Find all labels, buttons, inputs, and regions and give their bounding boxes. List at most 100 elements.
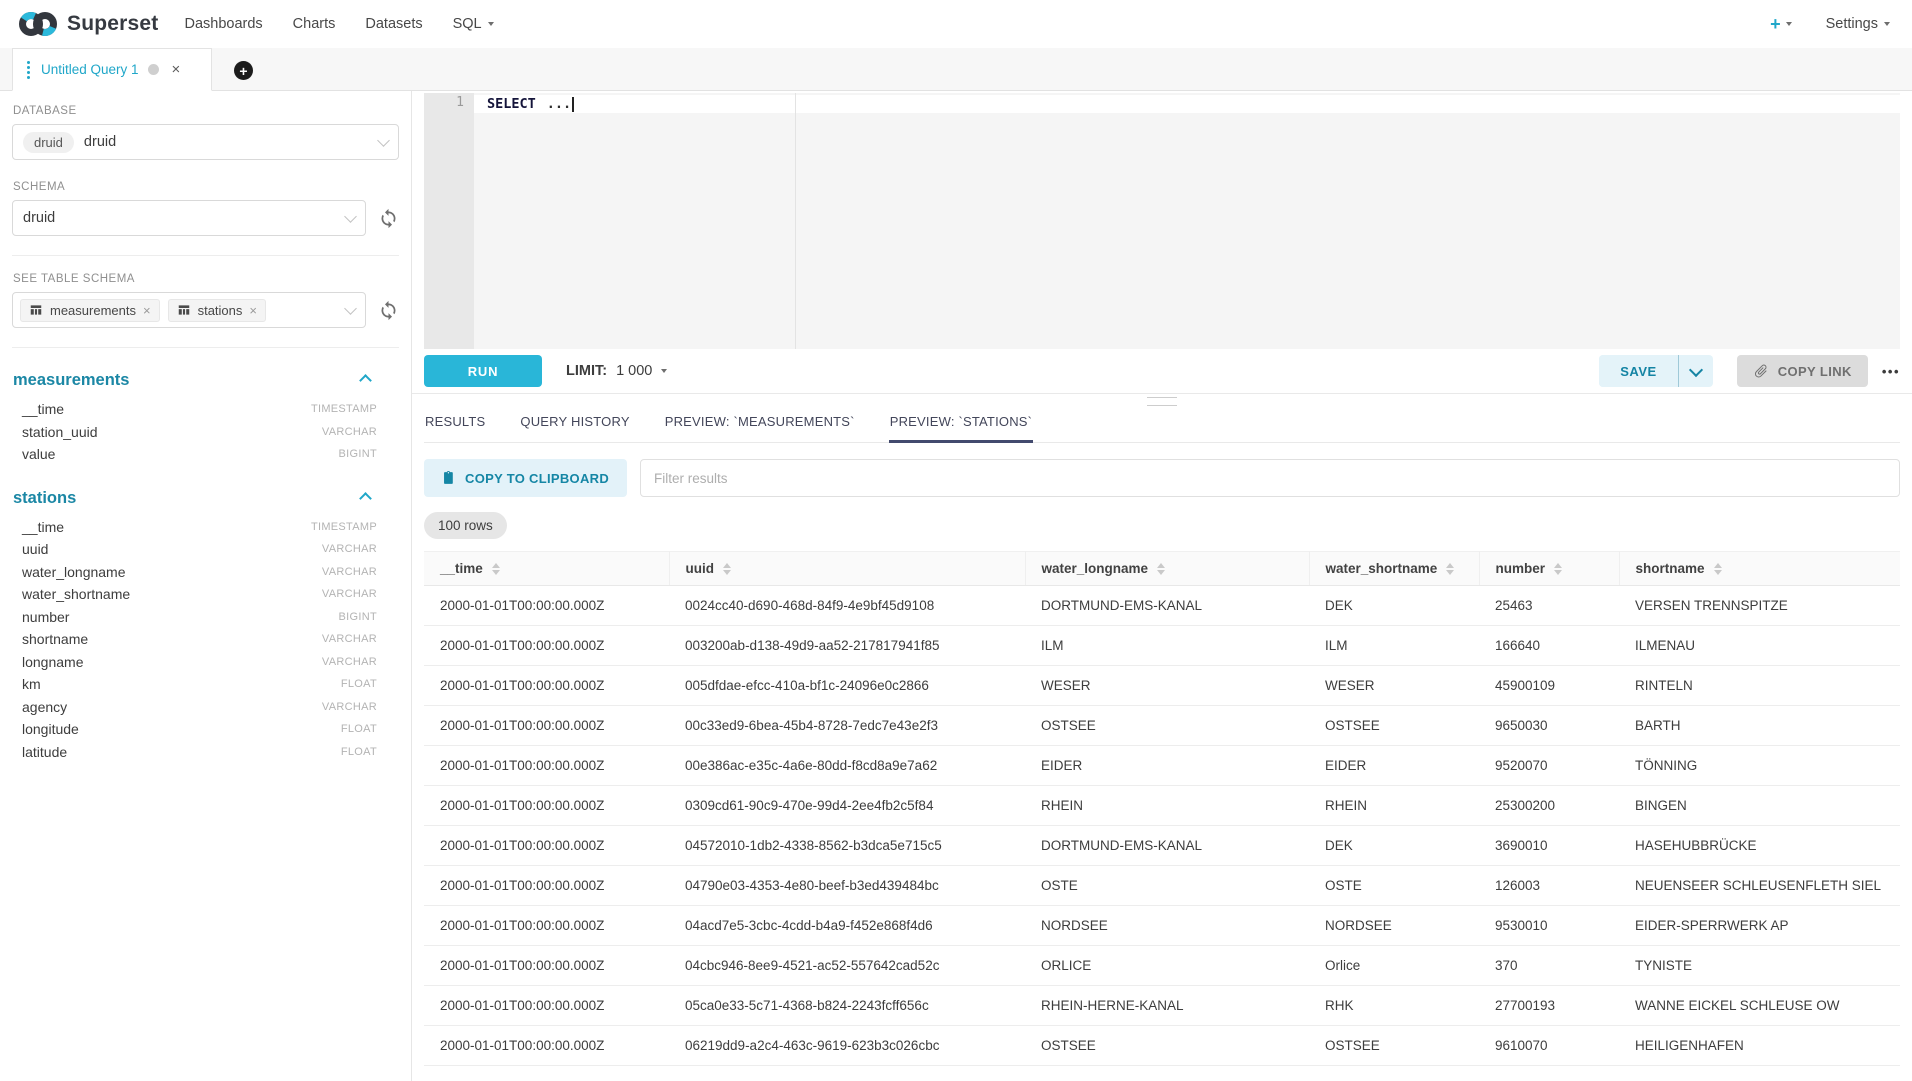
chevron-up-icon[interactable] (359, 374, 372, 387)
column-header-label: water_longname (1042, 561, 1149, 576)
caret-down-icon (1786, 22, 1792, 26)
new-item-button[interactable]: + (1770, 14, 1792, 35)
sort-arrows-icon[interactable] (723, 563, 731, 575)
results-tab-label: RESULTS (425, 414, 485, 429)
sort-arrows-icon[interactable] (1446, 563, 1454, 575)
drag-handle-icon[interactable] (1147, 397, 1177, 406)
table-pill-measurements[interactable]: measurements × (20, 299, 160, 322)
cell-uuid: 00e386ac-e35c-4a6e-80dd-f8cd8a9e7a62 (669, 746, 1025, 786)
save-button[interactable]: SAVE (1599, 355, 1677, 387)
sql-lab-sidebar: DATABASE druid druid SCHEMA druid (0, 91, 412, 1081)
cell-water-shortname: EIDER (1309, 746, 1479, 786)
nav-item-sql[interactable]: SQL (453, 16, 494, 32)
stations-columns: __time TIMESTAMP uuid VARCHAR water_long… (12, 516, 399, 764)
results-tab[interactable]: PREVIEW: `STATIONS` (889, 408, 1033, 443)
cell-time: 2000-01-01T00:00:00.000Z (424, 746, 669, 786)
cell-uuid: 003200ab-d138-49d9-aa52-217817941f85 (669, 626, 1025, 666)
close-icon[interactable]: × (172, 61, 181, 78)
measurements-columns: __time TIMESTAMP station_uuid VARCHAR va… (12, 398, 399, 466)
database-select[interactable]: druid druid (12, 124, 399, 160)
cell-water-shortname: Orlice (1309, 946, 1479, 986)
cell-shortname: WANNE EICKEL SCHLEUSE OW (1619, 986, 1900, 1026)
cell-shortname: HEILIGENHAFEN (1619, 1026, 1900, 1066)
brand[interactable]: Superset (18, 9, 158, 39)
results-tab[interactable]: PREVIEW: `MEASUREMENTS` (664, 408, 856, 443)
results-tab[interactable]: RESULTS (424, 408, 486, 443)
table-header-cell[interactable]: uuid (669, 552, 1025, 586)
editor-code-area[interactable]: SELECT ... (474, 93, 1900, 349)
table-grid-icon (177, 303, 191, 317)
line-number: 1 (456, 95, 464, 110)
cell-uuid: 06219dd9-a2c4-463c-9619-623b3c026cbc (669, 1026, 1025, 1066)
cell-water-longname: RHEIN (1025, 786, 1309, 826)
query-tab[interactable]: Untitled Query 1 × (12, 48, 212, 91)
copy-link-button[interactable]: COPY LINK (1737, 355, 1868, 387)
filter-results-input[interactable] (640, 459, 1900, 497)
sql-code-editor[interactable]: 1 SELECT ... (424, 93, 1900, 349)
table-header-cell[interactable]: __time (424, 552, 669, 586)
chevron-up-icon[interactable] (359, 492, 372, 505)
cell-shortname: VERSEN TRENNSPITZE (1619, 586, 1900, 626)
table-pill-stations[interactable]: stations × (168, 299, 266, 322)
table-row: 2000-01-01T00:00:00.000Z 0309cd61-90c9-4… (424, 786, 1900, 826)
refresh-tables-button[interactable] (378, 300, 399, 321)
cell-number: 25463 (1479, 586, 1619, 626)
drag-dots-icon[interactable] (27, 66, 30, 69)
cell-shortname: EIDER-SPERRWERK AP (1619, 906, 1900, 946)
results-controls: COPY TO CLIPBOARD (424, 459, 1900, 497)
nav-item-datasets[interactable]: Datasets (365, 16, 422, 32)
sort-arrows-icon[interactable] (1157, 563, 1165, 575)
schema-select[interactable]: druid (12, 200, 366, 236)
table-header-cell[interactable]: water_shortname (1309, 552, 1479, 586)
table-header-cell[interactable]: shortname (1619, 552, 1900, 586)
run-button[interactable]: RUN (424, 355, 542, 387)
column-type: TIMESTAMP (311, 521, 377, 533)
results-tab[interactable]: QUERY HISTORY (519, 408, 630, 443)
table-row: 2000-01-01T00:00:00.000Z 04790e03-4353-4… (424, 866, 1900, 906)
refresh-schema-button[interactable] (378, 208, 399, 229)
cell-number: 166640 (1479, 626, 1619, 666)
sql-keyword: SELECT (487, 96, 536, 112)
cell-water-longname: EIDER (1025, 746, 1309, 786)
copy-to-clipboard-button[interactable]: COPY TO CLIPBOARD (424, 459, 627, 497)
cell-water-longname: DORTMUND-EMS-KANAL (1025, 826, 1309, 866)
settings-menu[interactable]: Settings (1826, 16, 1890, 32)
cell-shortname: RINTELN (1619, 666, 1900, 706)
add-tab-button[interactable]: + (234, 61, 253, 80)
sort-arrows-icon[interactable] (1554, 563, 1562, 575)
editor-gutter: 1 (424, 93, 474, 349)
table-header-cell[interactable]: number (1479, 552, 1619, 586)
column-type: VARCHAR (322, 566, 377, 578)
table-header-cell[interactable]: water_longname (1025, 552, 1309, 586)
cell-uuid: 04cbc946-8ee9-4521-ac52-557642cad52c (669, 946, 1025, 986)
save-options-button[interactable] (1678, 355, 1713, 387)
cell-water-shortname: OSTSEE (1309, 1026, 1479, 1066)
nav-item-charts[interactable]: Charts (293, 16, 336, 32)
nav-item-dashboards[interactable]: Dashboards (184, 16, 262, 32)
cell-uuid: 05ca0e33-5c71-4368-b824-2243fcff656c (669, 986, 1025, 1026)
cell-time: 2000-01-01T00:00:00.000Z (424, 666, 669, 706)
table-row: 2000-01-01T00:00:00.000Z 05ca0e33-5c71-4… (424, 986, 1900, 1026)
more-options-button[interactable]: ••• (1882, 364, 1900, 379)
cell-uuid: 04572010-1db2-4338-8562-b3dca5e715c5 (669, 826, 1025, 866)
sort-arrows-icon[interactable] (492, 563, 500, 575)
schema-column-row: shortname VARCHAR (22, 628, 377, 651)
cell-number: 3690010 (1479, 826, 1619, 866)
cell-water-longname: ILM (1025, 626, 1309, 666)
schema-column-row: longitude FLOAT (22, 718, 377, 741)
refresh-icon (378, 208, 399, 229)
schema-column-row: agency VARCHAR (22, 696, 377, 719)
column-name: __time (22, 401, 64, 417)
cell-time: 2000-01-01T00:00:00.000Z (424, 906, 669, 946)
sql-editor-panel: 1 SELECT ... RUN LIMIT: 1 000 (412, 91, 1912, 1081)
close-icon[interactable]: × (143, 303, 151, 318)
column-name: station_uuid (22, 424, 98, 440)
limit-dropdown[interactable]: LIMIT: 1 000 (566, 363, 667, 379)
sort-arrows-icon[interactable] (1714, 563, 1722, 575)
table-schema-select[interactable]: measurements × stations × (12, 292, 366, 328)
cell-uuid: 0024cc40-d690-468d-84f9-4e9bf45d9108 (669, 586, 1025, 626)
table-row: 2000-01-01T00:00:00.000Z 00e386ac-e35c-4… (424, 746, 1900, 786)
close-icon[interactable]: × (249, 303, 257, 318)
cell-number: 45900109 (1479, 666, 1619, 706)
column-type: FLOAT (341, 723, 377, 735)
